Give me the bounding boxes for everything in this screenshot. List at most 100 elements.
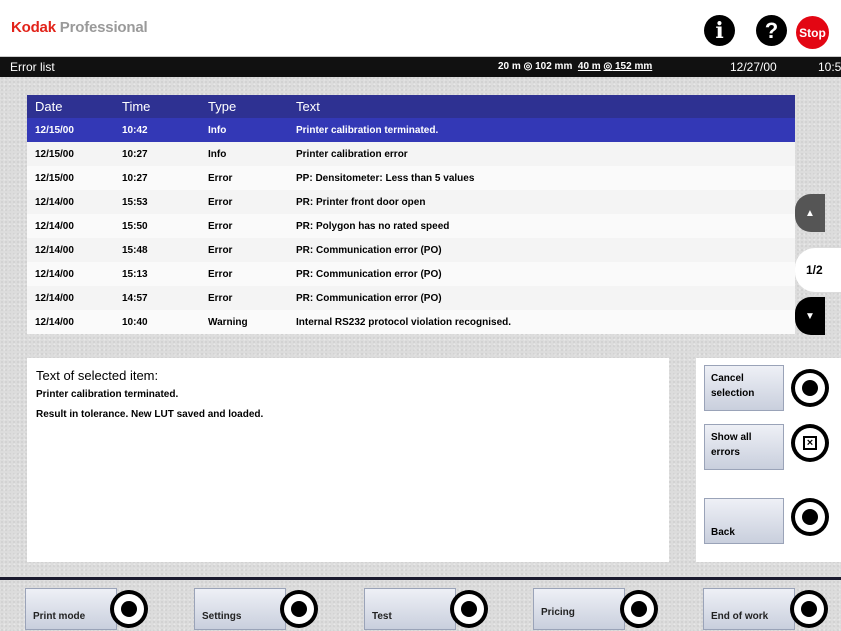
print-mode-button[interactable]: Print mode	[25, 588, 117, 630]
cell-time: 15:13	[122, 268, 148, 280]
back-label: Back	[711, 527, 735, 538]
page-down-button[interactable]: ▼	[795, 297, 825, 335]
stop-button[interactable]: Stop	[796, 16, 829, 49]
cell-time: 10:40	[122, 316, 148, 328]
media-a-length: 20 m	[498, 61, 521, 72]
page-title: Error list	[10, 60, 55, 74]
info-glyph: i	[715, 17, 724, 44]
table-row[interactable]: 12/14/00 15:53 Error PR: Printer front d…	[27, 190, 795, 214]
help-glyph: ?	[764, 17, 779, 43]
cancel-selection-button[interactable]: Cancel selection	[704, 365, 784, 411]
arrow-up-icon: ▲	[805, 207, 815, 219]
media-status: 20 m ◎ 102 mm 40 m ◎ 152 mm	[498, 61, 652, 72]
cell-date: 12/14/00	[35, 268, 74, 280]
selected-item-line: Result in tolerance. New LUT saved and l…	[36, 409, 264, 420]
cell-date: 12/15/00	[35, 172, 74, 184]
cancel-selection-knob-icon[interactable]	[791, 369, 829, 407]
column-header-text: Text	[296, 99, 320, 114]
cell-time: 15:48	[122, 244, 148, 256]
cell-date: 12/14/00	[35, 244, 74, 256]
test-button[interactable]: Test	[364, 588, 456, 630]
test-knob-icon[interactable]	[450, 590, 488, 628]
selected-item-heading: Text of selected item:	[36, 368, 159, 383]
table-row[interactable]: 12/15/00 10:42 Info Printer calibration …	[27, 118, 795, 142]
media-a-width: 102 mm	[532, 61, 573, 72]
media-b-width: 152 mm	[612, 61, 653, 72]
settings-button[interactable]: Settings	[194, 588, 286, 630]
app-header: Kodak Professional i ? Stop	[0, 0, 841, 57]
print-mode-label: Print mode	[33, 611, 86, 622]
show-all-errors-button[interactable]: Show all errors	[704, 424, 784, 470]
end-of-work-label: End of work	[711, 611, 769, 622]
cell-type: Error	[208, 292, 233, 304]
cell-type: Info	[208, 148, 227, 160]
settings-knob-icon[interactable]	[280, 590, 318, 628]
cell-text: PR: Communication error (PO)	[296, 292, 442, 304]
print-mode-knob-icon[interactable]	[110, 590, 148, 628]
table-row[interactable]: 12/14/00 15:50 Error PR: Polygon has no …	[27, 214, 795, 238]
current-time: 10:5	[818, 60, 841, 74]
cell-text: Internal RS232 protocol violation recogn…	[296, 316, 512, 328]
cell-time: 15:53	[122, 196, 148, 208]
cell-time: 10:27	[122, 148, 148, 160]
pricing-label: Pricing	[541, 607, 575, 618]
cell-type: Error	[208, 220, 233, 232]
help-icon[interactable]: ?	[756, 15, 787, 46]
stop-label: Stop	[799, 25, 826, 40]
cell-text: PR: Communication error (PO)	[296, 244, 442, 256]
cell-date: 12/14/00	[35, 292, 74, 304]
end-of-work-button[interactable]: End of work	[703, 588, 795, 630]
selected-item-panel: Text of selected item: Printer calibrati…	[27, 358, 669, 562]
table-row[interactable]: 12/15/00 10:27 Error PP: Densitometer: L…	[27, 166, 795, 190]
paper-roll-icon: ◎	[603, 61, 613, 72]
table-row[interactable]: 12/14/00 15:48 Error PR: Communication e…	[27, 238, 795, 262]
settings-label: Settings	[202, 611, 242, 622]
cell-date: 12/15/00	[35, 124, 74, 136]
table-header: Date Time Type Text	[27, 95, 795, 118]
cell-type: Error	[208, 172, 233, 184]
cell-text: PP: Densitometer: Less than 5 values	[296, 172, 475, 184]
cell-date: 12/14/00	[35, 196, 74, 208]
cell-type: Warning	[208, 316, 248, 328]
cell-time: 10:27	[122, 172, 148, 184]
page-up-button[interactable]: ▲	[795, 194, 825, 232]
pricing-knob-icon[interactable]	[620, 590, 658, 628]
current-date: 12/27/00	[730, 60, 777, 74]
table-body: 12/15/00 10:42 Info Printer calibration …	[27, 118, 795, 334]
back-knob-icon[interactable]	[791, 498, 829, 536]
table-row[interactable]: 12/14/00 14:57 Error PR: Communication e…	[27, 286, 795, 310]
error-table: Date Time Type Text 12/15/00 10:42 Info …	[27, 95, 795, 334]
logo-professional: Professional	[55, 19, 148, 36]
cancel-selection-label: Cancel selection	[711, 373, 755, 399]
cell-type: Error	[208, 244, 233, 256]
info-icon[interactable]: i	[704, 15, 735, 46]
cell-date: 12/14/00	[35, 220, 74, 232]
column-header-type: Type	[208, 99, 237, 114]
cell-type: Info	[208, 124, 227, 136]
page-number: 1/2	[806, 263, 823, 277]
cell-text: PR: Communication error (PO)	[296, 268, 442, 280]
cell-date: 12/15/00	[35, 148, 74, 160]
title-bar: Error list 20 m ◎ 102 mm 40 m ◎ 152 mm 1…	[0, 57, 841, 77]
kodak-logo: Kodak Professional	[11, 19, 148, 36]
arrow-down-icon: ▼	[805, 310, 815, 322]
table-row[interactable]: 12/15/00 10:27 Info Printer calibration …	[27, 142, 795, 166]
cell-type: Error	[208, 268, 233, 280]
back-button[interactable]: Back	[704, 498, 784, 544]
cell-time: 10:42	[122, 124, 148, 136]
cell-text: Printer calibration terminated.	[296, 124, 439, 136]
media-b-length: 40 m	[577, 61, 601, 72]
show-all-errors-knob-icon[interactable]: ×	[791, 424, 829, 462]
show-all-errors-label: Show all errors	[711, 432, 752, 458]
test-label: Test	[372, 611, 392, 622]
cell-text: Printer calibration error	[296, 148, 408, 160]
pricing-button[interactable]: Pricing	[533, 588, 625, 630]
table-row[interactable]: 12/14/00 10:40 Warning Internal RS232 pr…	[27, 310, 795, 334]
cell-time: 15:50	[122, 220, 148, 232]
end-of-work-knob-icon[interactable]	[790, 590, 828, 628]
cell-type: Error	[208, 196, 233, 208]
table-row[interactable]: 12/14/00 15:13 Error PR: Communication e…	[27, 262, 795, 286]
selected-item-line: Printer calibration terminated.	[36, 389, 179, 400]
column-header-date: Date	[35, 99, 63, 114]
cell-text: PR: Printer front door open	[296, 196, 426, 208]
